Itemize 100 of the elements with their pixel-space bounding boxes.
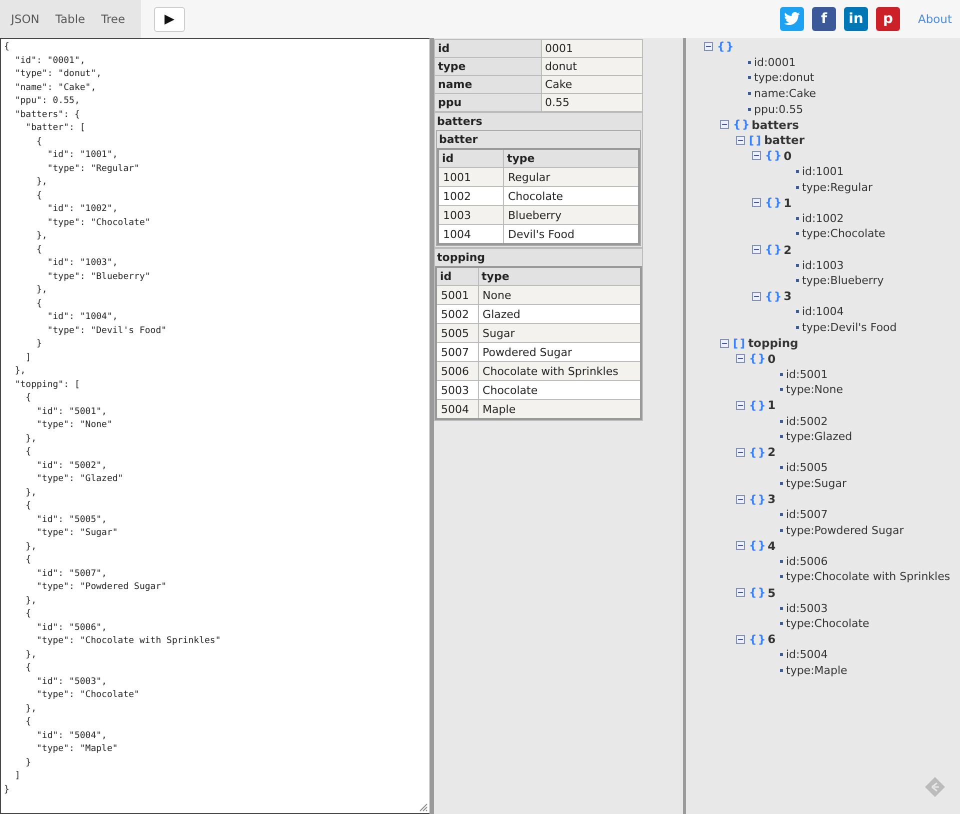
node-value[interactable]: type:Chocolate with Sprinkles xyxy=(786,570,950,584)
node-value[interactable]: id:5001 xyxy=(786,368,828,381)
collapse-icon[interactable] xyxy=(736,448,745,457)
bullet-icon xyxy=(748,108,751,111)
table-cell: Glazed xyxy=(478,304,641,324)
field-key: type xyxy=(434,58,542,76)
bracket-label: {} xyxy=(765,149,783,162)
facebook-button[interactable]: f xyxy=(812,7,836,31)
bullet-icon xyxy=(780,388,783,392)
node-value[interactable]: type:Regular xyxy=(802,180,872,194)
collapse-icon[interactable] xyxy=(736,588,745,598)
collapse-icon[interactable] xyxy=(736,541,745,550)
bracket-label: {} xyxy=(749,539,767,552)
table-cell: Devil's Food xyxy=(504,224,639,244)
field-value: 0001 xyxy=(542,40,642,58)
collapse-icon[interactable] xyxy=(752,198,761,208)
node-value[interactable]: id:5006 xyxy=(786,554,828,568)
bullet-icon xyxy=(796,310,799,314)
node-value[interactable]: id:5002 xyxy=(786,414,828,428)
collapse-icon[interactable] xyxy=(720,338,729,348)
node-value[interactable]: type:Blueberry xyxy=(802,274,884,288)
node-value[interactable]: type:None xyxy=(786,383,843,396)
column-header: type xyxy=(504,149,639,168)
table-cell: 5007 xyxy=(436,342,478,362)
table-cell: 5003 xyxy=(436,380,478,400)
node-value[interactable]: id:5005 xyxy=(786,461,828,474)
collapse-icon[interactable] xyxy=(736,136,745,145)
node-label[interactable]: 3 xyxy=(768,492,776,506)
collapse-icon[interactable] xyxy=(736,354,745,364)
bullet-icon xyxy=(780,560,783,563)
node-label[interactable]: 0 xyxy=(768,352,776,366)
collapse-icon[interactable] xyxy=(736,494,745,504)
node-label[interactable]: batter xyxy=(764,133,805,148)
collapse-icon[interactable] xyxy=(704,42,713,52)
node-value[interactable]: id:1002 xyxy=(802,212,844,225)
node-value[interactable]: id:1003 xyxy=(802,258,844,272)
node-label[interactable]: 1 xyxy=(768,398,776,412)
view-tab[interactable]: Tree xyxy=(93,0,134,38)
field-key: id xyxy=(434,40,542,58)
bracket-label: {} xyxy=(765,243,783,256)
node-label[interactable]: 2 xyxy=(784,242,792,257)
node-value[interactable]: type:Sugar xyxy=(786,476,846,490)
bird-icon[interactable] xyxy=(780,7,804,31)
node-label[interactable]: 6 xyxy=(768,632,776,646)
table-title: batter xyxy=(438,132,479,148)
bracket-label: {} xyxy=(749,492,767,506)
node-value[interactable]: id:0001 xyxy=(754,56,796,69)
bullet-icon xyxy=(780,669,783,672)
field-value: 0.55 xyxy=(542,94,642,112)
bullet-icon xyxy=(780,528,783,532)
node-value[interactable]: type:Powdered Sugar xyxy=(786,524,904,537)
node-value[interactable]: type:Chocolate xyxy=(802,227,886,240)
node-label[interactable]: 2 xyxy=(768,445,776,460)
node-value[interactable]: type:Maple xyxy=(786,664,848,678)
collapse-icon[interactable] xyxy=(752,151,761,160)
bullet-icon xyxy=(796,232,799,236)
json-editor[interactable]: { "id": "0001", "type": "donut", "name": "Cake", "ppu": 0.55, "batters": { "batter": [ { "id": "1001", "type": "Regular" }, { "id": "1002", "type": "Chocolate" }, { "id": "1003", "type": "Blueberry" }, { "id": "1004", "type": "Devil's Food" } ] }, "topping": [ { "id": "5001", "type": "None" }, { "id": "5002", "type": "Glazed" }, { "id": "5005", "type": "Sugar" }, { "id": "5007", "type": "Powdered Sugar" }, { "id": "5006", "type": "Chocolate with Sprinkles" }, { "id": "5003", "type": "Chocolate" }, { "id": "5004", "type": "Maple" } ] } xyxy=(0,38,430,814)
node-label[interactable]: 1 xyxy=(784,196,792,210)
node-value[interactable]: id:5004 xyxy=(786,648,828,662)
node-value[interactable]: type:donut xyxy=(754,71,814,84)
node-value[interactable]: type:Glazed xyxy=(786,430,852,444)
bullet-icon xyxy=(780,435,783,438)
node-value[interactable]: ppu:0.55 xyxy=(754,102,804,116)
run-button[interactable]: ▶ xyxy=(154,6,185,32)
node-label[interactable]: topping xyxy=(748,336,798,350)
node-value[interactable]: id:1001 xyxy=(802,165,844,178)
bullet-icon xyxy=(748,76,751,80)
node-value[interactable]: id:5003 xyxy=(786,602,828,615)
table-cell: 5004 xyxy=(436,400,478,419)
table-cell: 1001 xyxy=(438,168,504,186)
collapse-icon[interactable] xyxy=(736,634,745,644)
node-label[interactable]: 0 xyxy=(784,148,792,163)
node-label[interactable]: 5 xyxy=(768,586,776,600)
node-value[interactable]: id:1004 xyxy=(802,305,844,318)
node-value[interactable]: name:Cake xyxy=(754,87,816,100)
collapse-icon[interactable] xyxy=(736,400,745,410)
bullet-icon xyxy=(796,170,799,174)
bullet-icon xyxy=(796,186,799,189)
resize-grip-icon[interactable] xyxy=(419,803,428,812)
linkedin-button[interactable]: in xyxy=(844,7,868,31)
view-tab[interactable]: JSON xyxy=(3,0,48,38)
collapse-icon[interactable] xyxy=(752,245,761,254)
bullet-icon xyxy=(796,279,799,282)
pinterest-button[interactable]: p xyxy=(876,7,900,31)
node-value[interactable]: type:Devil's Food xyxy=(802,320,897,334)
node-label[interactable]: batters xyxy=(752,118,799,132)
node-value[interactable]: type:Chocolate xyxy=(786,617,870,630)
collapse-icon[interactable] xyxy=(752,292,761,301)
collapse-icon[interactable] xyxy=(720,120,729,130)
table-cell: 1002 xyxy=(438,186,504,206)
view-tab[interactable]: Table xyxy=(47,0,94,38)
table-cell: 5006 xyxy=(436,362,478,380)
node-label[interactable]: 4 xyxy=(768,538,776,553)
bracket-label: {} xyxy=(749,586,767,600)
bullet-icon xyxy=(748,60,751,64)
bracket-label: {} xyxy=(749,398,767,412)
node-value[interactable]: id:5007 xyxy=(786,508,828,522)
bracket-label: {} xyxy=(749,632,767,646)
bracket-label: {} xyxy=(749,446,767,459)
node-label[interactable]: 3 xyxy=(784,289,792,304)
